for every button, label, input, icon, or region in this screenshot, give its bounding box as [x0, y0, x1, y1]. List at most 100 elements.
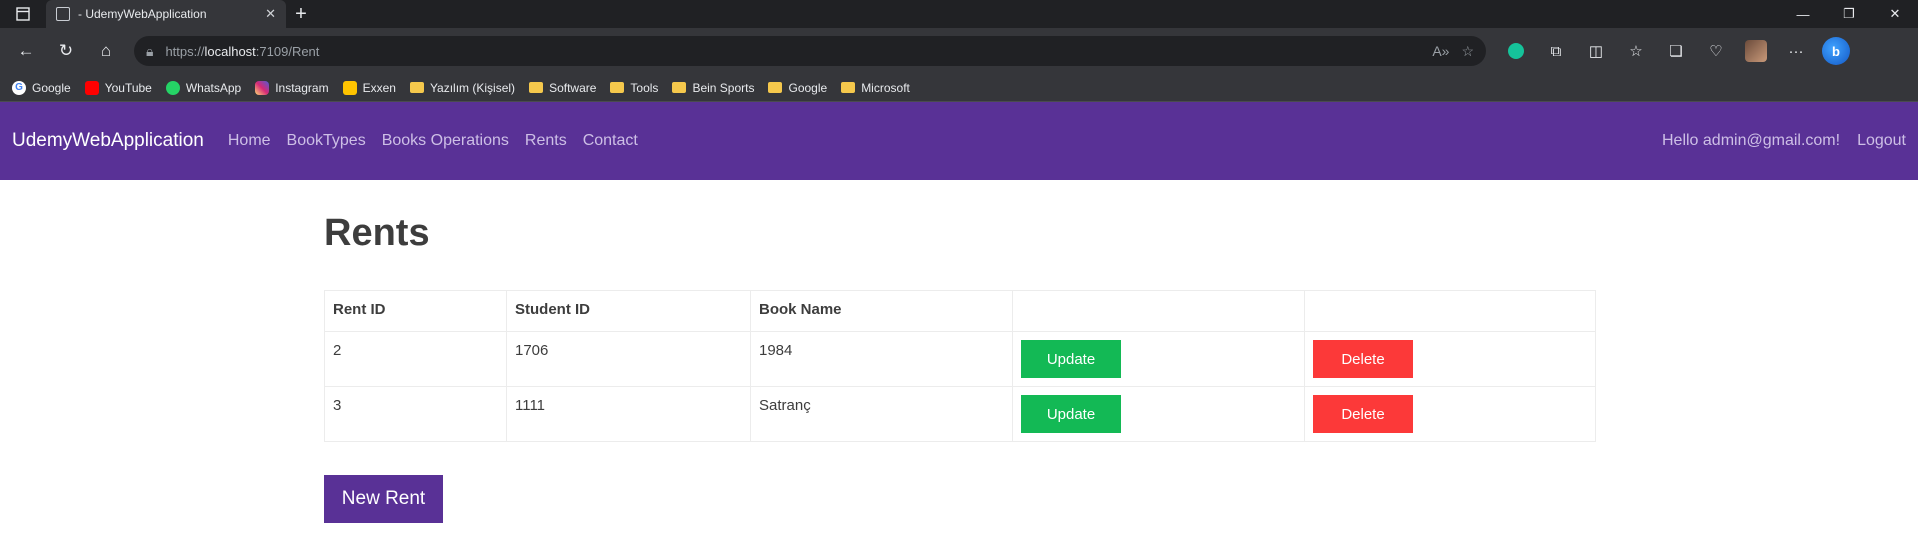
cell-book-name: 1984 — [750, 331, 1013, 387]
collections-icon: ❏ — [1669, 43, 1683, 60]
cell-student-id: 1706 — [506, 331, 751, 387]
reload-button[interactable]: ↻ — [48, 33, 84, 69]
nav-booktypes[interactable]: BookTypes — [287, 132, 366, 150]
nav-links: Home BookTypes Books Operations Rents Co… — [228, 132, 638, 150]
column-header-actions — [1012, 290, 1305, 332]
avatar — [1745, 40, 1767, 62]
new-tab-button[interactable]: + — [286, 3, 316, 26]
new-rent-button[interactable]: New Rent — [324, 475, 443, 523]
tab-actions-icon — [16, 7, 30, 21]
nav-books-operations[interactable]: Books Operations — [382, 132, 509, 150]
url-path: :7109/Rent — [255, 43, 320, 59]
extensions-button[interactable]: ⧉ — [1538, 33, 1574, 69]
restore-button[interactable]: ❐ — [1826, 0, 1872, 28]
read-aloud-icon[interactable]: A» — [1432, 43, 1449, 59]
bookmark-folder-microsoft[interactable]: Microsoft — [841, 81, 910, 95]
bookmark-folder-google[interactable]: Google — [768, 81, 827, 95]
browser-tab-active[interactable]: - UdemyWebApplication ✕ — [46, 0, 286, 28]
cell-rent-id: 2 — [324, 331, 507, 387]
browser-essentials-button[interactable]: ♡ — [1698, 33, 1734, 69]
update-button[interactable]: Update — [1021, 395, 1121, 433]
nav-rents[interactable]: Rents — [525, 132, 567, 150]
bookmark-folder-tools[interactable]: Tools — [610, 81, 658, 95]
folder-icon — [409, 82, 424, 93]
profile-button[interactable] — [1738, 33, 1774, 69]
table-row: 3 1111 Satranç Update Delete — [324, 386, 1596, 442]
nav-home[interactable]: Home — [228, 132, 271, 150]
bookmark-folder-software[interactable]: Software — [529, 81, 596, 95]
app-navbar: UdemyWebApplication Home BookTypes Books… — [0, 102, 1918, 180]
column-header-book-name: Book Name — [750, 290, 1013, 332]
copilot-button[interactable]: b — [1818, 33, 1854, 69]
folder-icon — [841, 82, 856, 93]
bookmark-label: Bein Sports — [692, 80, 755, 95]
window-controls: — ❐ ✕ — [1780, 0, 1918, 28]
url-host: localhost — [204, 43, 256, 59]
bookmark-label: Tools — [630, 80, 659, 95]
home-button[interactable]: ⌂ — [88, 33, 124, 69]
column-header-actions-2 — [1304, 290, 1596, 332]
bookmark-label: Microsoft — [861, 80, 910, 95]
browser-toolbar: ← ↻ ⌂ 🔒︎ https://localhost:7109/Rent A» … — [0, 28, 1918, 74]
bookmark-label: WhatsApp — [185, 80, 242, 95]
split-screen-button[interactable]: ◫ — [1578, 33, 1614, 69]
logout-link[interactable]: Logout — [1857, 132, 1906, 150]
folder-icon — [610, 82, 625, 93]
exxen-icon — [342, 80, 357, 95]
back-button[interactable]: ← — [8, 33, 44, 69]
url-text: https://localhost:7109/Rent — [165, 44, 319, 59]
bookmark-instagram[interactable]: Instagram — [255, 80, 329, 95]
bookmark-label: Exxen — [362, 80, 396, 95]
table-row: 2 1706 1984 Update Delete — [324, 331, 1596, 387]
page-favicon-icon — [56, 7, 70, 21]
favorite-star-icon[interactable]: ☆ — [1461, 43, 1474, 60]
nav-contact[interactable]: Contact — [583, 132, 638, 150]
bookmark-folder-yazilim[interactable]: Yazılım (Kişisel) — [409, 81, 515, 95]
grammarly-extension[interactable] — [1498, 33, 1534, 69]
folder-icon — [768, 82, 783, 93]
main-content: Rents Rent ID Student ID Book Name 2 170… — [324, 212, 1596, 523]
cell-rent-id: 3 — [324, 386, 507, 442]
bookmarks-bar: G Google YouTube WhatsApp Instagram Exxen… — [0, 74, 1918, 102]
bing-icon: b — [1822, 37, 1850, 65]
cell-delete: Delete — [1304, 331, 1596, 387]
cell-update: Update — [1012, 386, 1305, 442]
table-header-row: Rent ID Student ID Book Name — [324, 290, 1596, 332]
heart-pulse-icon: ♡ — [1709, 43, 1723, 60]
more-menu-button[interactable]: ··· — [1778, 33, 1814, 69]
bookmark-whatsapp[interactable]: WhatsApp — [165, 80, 242, 95]
bookmark-exxen[interactable]: Exxen — [342, 80, 396, 95]
delete-button[interactable]: Delete — [1313, 340, 1413, 378]
folder-icon — [672, 82, 687, 93]
favorites-button[interactable]: ☆ — [1618, 33, 1654, 69]
close-window-button[interactable]: ✕ — [1872, 0, 1918, 28]
rents-table: Rent ID Student ID Book Name 2 1706 1984… — [324, 290, 1596, 442]
delete-button[interactable]: Delete — [1313, 395, 1413, 433]
minimize-button[interactable]: — — [1780, 0, 1826, 28]
whatsapp-icon — [165, 80, 180, 95]
tab-close-icon[interactable]: ✕ — [265, 6, 276, 22]
user-greeting-link[interactable]: Hello admin@gmail.com! — [1662, 132, 1840, 150]
collections-button[interactable]: ❏ — [1658, 33, 1694, 69]
brand-link[interactable]: UdemyWebApplication — [12, 130, 204, 152]
column-header-student-id: Student ID — [506, 290, 751, 332]
bookmark-label: Google — [788, 80, 828, 95]
youtube-icon — [84, 80, 99, 95]
url-scheme: https:// — [165, 43, 205, 59]
bookmark-label: Software — [549, 80, 597, 95]
update-button[interactable]: Update — [1021, 340, 1121, 378]
cell-student-id: 1111 — [506, 386, 751, 442]
bookmark-youtube[interactable]: YouTube — [84, 80, 152, 95]
cell-book-name: Satranç — [750, 386, 1013, 442]
folder-icon — [529, 82, 544, 93]
bookmark-folder-bein-sports[interactable]: Bein Sports — [672, 81, 754, 95]
bookmark-google[interactable]: G Google — [12, 80, 71, 95]
cell-update: Update — [1012, 331, 1305, 387]
favorites-icon: ☆ — [1629, 43, 1643, 60]
tab-actions-button[interactable] — [0, 7, 46, 21]
page-title: Rents — [324, 212, 430, 254]
extensions-area: ⧉ ◫ ☆ ❏ ♡ ··· b — [1498, 33, 1854, 69]
address-bar[interactable]: 🔒︎ https://localhost:7109/Rent A» ☆ — [134, 36, 1486, 66]
reload-icon: ↻ — [58, 41, 74, 60]
column-header-rent-id: Rent ID — [324, 290, 507, 332]
